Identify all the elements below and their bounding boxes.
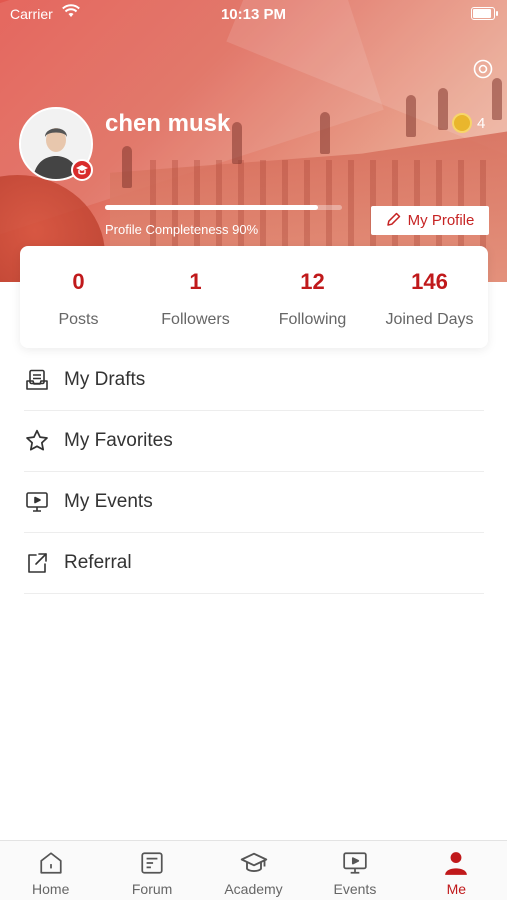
member-badge-icon — [71, 159, 93, 181]
tab-bar: Home Forum Academy Events Me — [0, 840, 507, 900]
tab-label: Academy — [224, 881, 283, 897]
stat-following[interactable]: 12 Following — [254, 246, 371, 348]
events-icon — [24, 489, 50, 515]
battery-icon — [471, 7, 498, 20]
tab-label: Forum — [131, 881, 173, 897]
menu-label: Referral — [64, 552, 132, 573]
tab-academy[interactable]: Academy — [203, 841, 304, 900]
my-profile-label: My Profile — [407, 212, 475, 229]
tab-label: Events — [333, 881, 377, 897]
star-icon — [24, 428, 50, 454]
stat-label: Followers — [161, 311, 230, 328]
user-icon — [442, 849, 470, 877]
menu-label: My Drafts — [64, 369, 146, 390]
tab-me[interactable]: Me — [406, 841, 507, 900]
tab-label: Me — [446, 881, 467, 897]
profile-progress-fill — [105, 205, 319, 210]
tab-events[interactable]: Events — [304, 841, 405, 900]
stat-value: 1 — [189, 269, 202, 294]
status-bar: Carrier 10:13 PM — [0, 0, 507, 30]
menu-label: My Favorites — [64, 430, 173, 451]
stat-value: 12 — [300, 269, 325, 294]
menu-item-my-favorites[interactable]: My Favorites — [24, 411, 484, 472]
coin-count: 4 — [477, 115, 486, 132]
events-icon — [341, 849, 369, 877]
stat-value: 0 — [72, 269, 85, 294]
stat-value: 146 — [411, 269, 448, 294]
stat-label: Posts — [58, 311, 99, 328]
stat-posts[interactable]: 0 Posts — [20, 246, 137, 348]
menu-item-my-events[interactable]: My Events — [24, 472, 484, 533]
tab-home[interactable]: Home — [0, 841, 101, 900]
clock: 10:13 PM — [220, 6, 287, 23]
coin-icon — [452, 113, 472, 133]
home-icon — [37, 849, 65, 877]
stats-card: 0 Posts 1 Followers 12 Following 146 Joi… — [20, 246, 488, 348]
menu-label: My Events — [64, 491, 153, 512]
menu-item-referral[interactable]: Referral — [24, 533, 484, 594]
settings-icon[interactable] — [471, 57, 495, 81]
tab-label: Home — [32, 881, 70, 897]
username: chen musk — [105, 110, 231, 137]
stat-followers[interactable]: 1 Followers — [137, 246, 254, 348]
profile-menu: My Drafts My Favorites My Events Referra… — [24, 350, 484, 594]
my-profile-button[interactable]: My Profile — [371, 206, 489, 235]
stat-label: Joined Days — [385, 311, 474, 328]
share-icon — [24, 550, 50, 576]
stat-label: Following — [278, 311, 347, 328]
profile-completeness-label: Profile Completeness 90% — [105, 222, 259, 237]
profile-progress-bar — [105, 205, 342, 210]
academy-icon — [240, 849, 268, 877]
edit-icon — [386, 211, 402, 231]
tab-forum[interactable]: Forum — [101, 841, 202, 900]
forum-icon — [138, 849, 166, 877]
menu-item-my-drafts[interactable]: My Drafts — [24, 350, 484, 411]
drafts-icon — [24, 367, 50, 393]
stat-joined-days[interactable]: 146 Joined Days — [371, 246, 488, 348]
